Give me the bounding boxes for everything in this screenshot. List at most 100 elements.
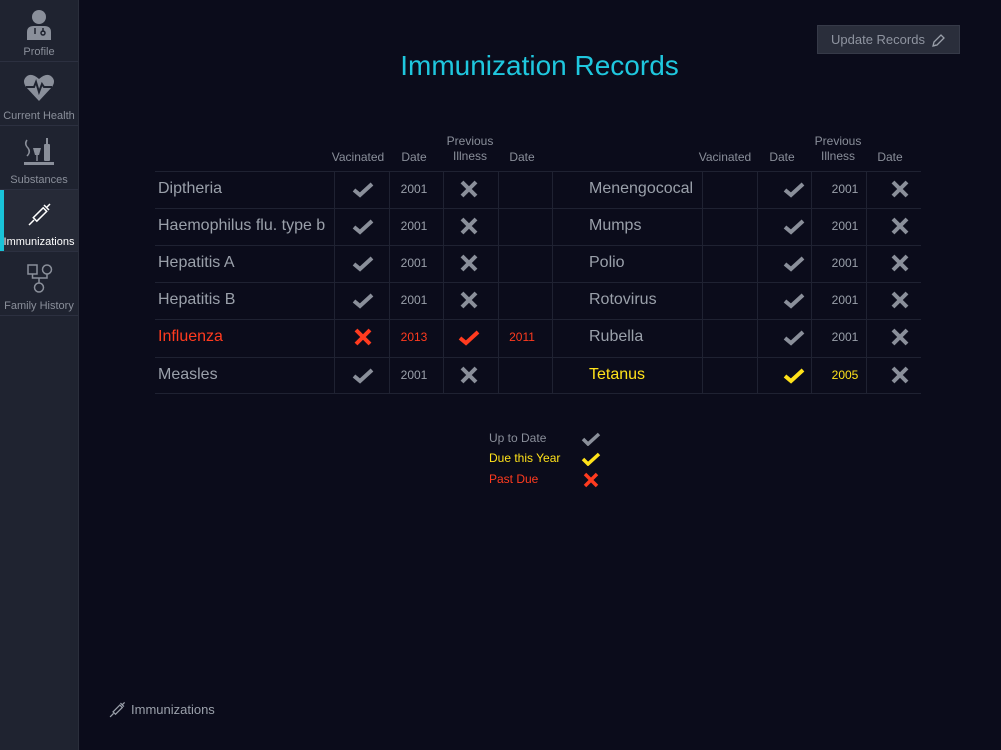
table-row[interactable]: Influenza 2013 2011 — [155, 319, 535, 356]
table-row[interactable]: Hepatitis B 2001 — [155, 282, 525, 319]
sidebar-item-label: Immunizations — [3, 236, 75, 248]
sidebar-item-label: Substances — [10, 174, 68, 186]
header-previous-illness-left: Previous Illness — [446, 134, 494, 163]
sidebar-item-current-health[interactable]: Current Health — [0, 64, 78, 126]
vaccinated-date: 2005 — [831, 368, 859, 382]
previous-illness-cell — [458, 217, 480, 235]
sidebar-item-label: Current Health — [3, 110, 75, 122]
table-row[interactable]: Rotovirus 2001 — [586, 282, 956, 319]
table-row[interactable]: Menengococal 2001 — [586, 171, 956, 208]
previous-illness-cell — [458, 291, 480, 309]
check-icon — [352, 368, 374, 384]
vaccinated-date: 2001 — [831, 330, 859, 344]
vaccinated-cell — [352, 254, 374, 272]
table-row[interactable]: Rubella 2001 — [586, 319, 956, 356]
vaccine-name: Polio — [589, 254, 625, 271]
check-icon — [783, 368, 805, 384]
vaccine-name: Measles — [158, 366, 218, 383]
vaccinated-date: 2001 — [831, 256, 859, 270]
legend-due-this-year-label: Due this Year — [489, 451, 561, 465]
check-icon — [783, 256, 805, 272]
check-icon — [783, 182, 805, 198]
footer-label: Immunizations — [131, 702, 215, 717]
vaccinated-cell — [352, 328, 374, 346]
vaccine-name: Menengococal — [589, 180, 694, 197]
x-icon — [354, 328, 372, 346]
x-icon — [583, 472, 599, 488]
vaccinated-cell — [783, 217, 805, 235]
heart-pulse-icon — [0, 72, 78, 106]
page-title: Immunization Records — [400, 50, 679, 81]
check-icon — [352, 256, 374, 272]
syringe-icon — [109, 701, 126, 718]
header-date-left: Date — [401, 150, 427, 164]
header-vaccinated-left: Vacinated — [331, 150, 385, 164]
table-row[interactable]: Hepatitis A 2001 — [155, 245, 525, 282]
vaccinated-cell — [783, 291, 805, 309]
grid-line — [552, 171, 553, 394]
footer-breadcrumb: Immunizations — [108, 701, 215, 722]
vaccine-name: Hepatitis A — [158, 254, 235, 271]
check-icon — [783, 293, 805, 309]
previous-illness-cell — [889, 180, 911, 198]
check-icon — [581, 452, 601, 466]
check-icon — [458, 330, 480, 346]
header-previous-illness-right: Previous Illness — [814, 134, 862, 163]
pencil-icon — [932, 34, 945, 47]
previous-illness-cell — [889, 328, 911, 346]
x-icon — [460, 254, 478, 272]
previous-illness-date: 2011 — [509, 330, 535, 344]
vaccinated-date: 2001 — [831, 182, 859, 196]
table-row[interactable]: Polio 2001 — [586, 245, 956, 282]
vaccinated-date: 2001 — [400, 182, 428, 196]
x-icon — [891, 180, 909, 198]
sidebar-item-profile[interactable]: Profile — [0, 0, 78, 62]
sidebar: Profile Current Health Substances Immuni… — [0, 0, 79, 750]
vaccinated-date: 2001 — [400, 293, 428, 307]
x-icon — [891, 328, 909, 346]
check-icon — [783, 219, 805, 235]
sidebar-item-label: Profile — [23, 46, 55, 58]
header-vaccinated-right: Vacinated — [698, 150, 752, 164]
sidebar-item-substances[interactable]: Substances — [0, 128, 78, 190]
table-row[interactable]: Diptheria 2001 — [155, 171, 525, 208]
check-icon — [352, 293, 374, 309]
legend-past-due-label: Past Due — [489, 472, 539, 486]
update-records-button[interactable]: Update Records — [817, 25, 960, 54]
vaccinated-cell — [783, 328, 805, 346]
previous-illness-cell — [889, 366, 911, 384]
previous-illness-cell — [458, 254, 480, 272]
vaccinated-date: 2001 — [831, 293, 859, 307]
doctor-icon — [0, 8, 78, 42]
legend-up-to-date-label: Up to Date — [489, 431, 547, 445]
table-row[interactable]: Measles 2001 — [155, 357, 525, 394]
previous-illness-cell — [458, 366, 480, 384]
vaccinated-date: 2013 — [400, 330, 428, 344]
previous-illness-cell — [458, 328, 480, 346]
vaccine-name: Rubella — [589, 328, 644, 345]
sidebar-item-family-history[interactable]: Family History — [0, 254, 78, 316]
immunization-table: Diptheria 2001 Haemophilus flu. type b 2001… — [155, 171, 921, 394]
vaccine-name: Influenza — [158, 328, 223, 345]
table-row[interactable]: Tetanus 2005 — [586, 357, 956, 394]
vaccine-name: Rotovirus — [589, 291, 657, 308]
check-icon — [352, 219, 374, 235]
sidebar-item-immunizations[interactable]: Immunizations — [0, 190, 78, 252]
x-icon — [891, 217, 909, 235]
x-icon — [460, 180, 478, 198]
check-icon — [352, 182, 374, 198]
check-icon — [783, 330, 805, 346]
vaccine-name: Haemophilus flu. type b — [158, 217, 326, 234]
vaccinated-date: 2001 — [400, 368, 428, 382]
family-tree-icon — [0, 262, 78, 296]
vaccine-name: Tetanus — [589, 366, 646, 383]
table-row[interactable]: Haemophilus flu. type b 2001 — [155, 208, 525, 245]
previous-illness-cell — [889, 217, 911, 235]
previous-illness-cell — [889, 254, 911, 272]
table-row[interactable]: Mumps 2001 — [586, 208, 956, 245]
x-icon — [460, 366, 478, 384]
vaccinated-date: 2001 — [831, 219, 859, 233]
vaccine-name: Diptheria — [158, 180, 223, 197]
x-icon — [460, 217, 478, 235]
x-icon — [891, 291, 909, 309]
